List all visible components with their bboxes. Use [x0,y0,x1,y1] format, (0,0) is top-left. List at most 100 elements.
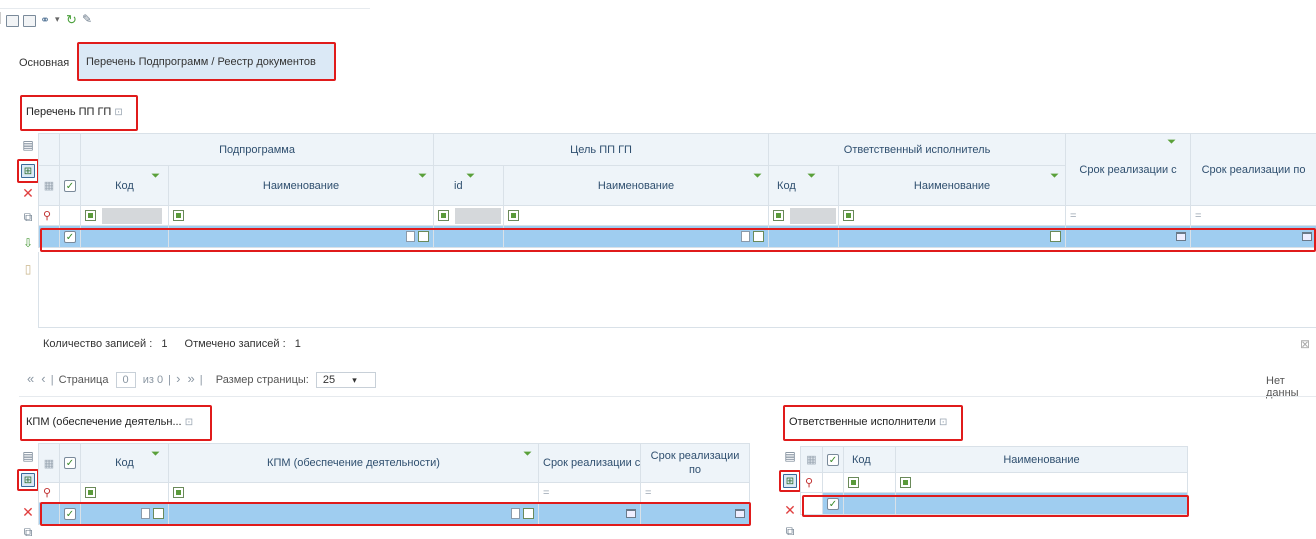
add-row-icon[interactable]: ⊞ [21,164,35,178]
expand-icon[interactable]: ⊡ [939,417,947,428]
select-all-cell[interactable]: ✓ [60,444,81,483]
col-kpm-period-from[interactable]: Срок реализации с [539,444,641,483]
cell-kpm-name[interactable] [169,503,539,525]
select-all-checkbox[interactable]: ✓ [64,457,76,469]
document-icon[interactable] [406,231,415,242]
col-group-responsible[interactable]: Ответственный исполнитель [769,134,1066,166]
col-group-subprogram[interactable]: Подпрограмма [81,134,434,166]
settings-cell[interactable]: ▦ [39,166,60,206]
filter-goal-id[interactable] [434,206,504,226]
table-row[interactable]: ✓ [39,226,1316,248]
col-resp-code[interactable]: Код [844,447,896,473]
link-icon[interactable]: ⚭ [40,13,50,27]
table-row[interactable]: ✓ [39,503,750,525]
row-checkbox[interactable]: ✓ [827,498,839,510]
col-sub-name[interactable]: Наименование ⏷ [169,166,434,206]
copy-icon[interactable]: ⧉ [21,210,35,224]
delete-icon[interactable]: ✕ [783,503,797,517]
filter-icon[interactable]: ⏷ [151,448,160,461]
filter-icon[interactable]: ⏷ [523,448,532,461]
cell-kpm-period-to[interactable] [641,503,750,525]
cell-kpm-code[interactable] [81,503,169,525]
row-checkbox[interactable]: ✓ [64,231,76,243]
calendar-icon[interactable] [1302,232,1312,241]
delete-icon[interactable]: ✕ [21,186,35,200]
clear-filter-icon[interactable]: ⚲ [43,210,51,222]
filter-mode-icon[interactable] [848,477,859,488]
filter-kpm-name[interactable] [169,483,539,503]
col-kpm-code[interactable]: Код ⏷ [81,444,169,483]
filter-mode-icon[interactable] [173,487,184,498]
filter-goal-name[interactable] [504,206,769,226]
settings-icon[interactable]: ▦ [806,454,816,466]
print-icon[interactable] [23,15,36,27]
delete-icon[interactable]: ✕ [21,505,35,519]
filter-resp-name[interactable] [839,206,1066,226]
cell-resp-name[interactable] [896,493,1188,515]
filter-period-from[interactable]: = [1066,206,1191,226]
add-row-icon[interactable]: ⊞ [21,473,35,487]
col-resp-name[interactable]: Наименование ⏷ [839,166,1066,206]
add-row-icon[interactable]: ⊞ [783,474,797,488]
copy-icon[interactable]: ⧉ [21,525,35,539]
export-xls-icon[interactable]: ▤ [21,449,35,463]
calendar-icon[interactable] [735,509,745,518]
filter-resp-code[interactable] [844,473,896,493]
paste-icon[interactable]: ▯ [21,262,35,276]
edit-icon[interactable]: ✎ [82,12,92,26]
select-all-checkbox[interactable]: ✓ [827,454,839,466]
filter-icon[interactable]: ⏷ [1050,170,1059,183]
settings-icon[interactable]: ▦ [44,180,54,192]
clear-filter-cell[interactable]: ⚲ [39,206,60,226]
cell-goal-id[interactable] [434,226,504,248]
filter-icon[interactable]: ⏷ [418,170,427,183]
col-period-to[interactable]: Срок реализации по [1191,134,1316,206]
select-all-checkbox[interactable]: ✓ [64,180,76,192]
filter-resp-code[interactable] [769,206,839,226]
cell-sub-code[interactable] [81,226,169,248]
cell-resp-name[interactable] [839,226,1066,248]
filter-mode-icon[interactable] [900,477,911,488]
col-group-goal[interactable]: Цель ПП ГП [434,134,769,166]
filter-mode-icon[interactable] [508,210,519,221]
tab-main[interactable]: Основная [19,57,69,69]
cell-sub-name[interactable] [169,226,434,248]
table-row[interactable]: ✓ [801,493,1188,515]
cell-resp-code[interactable] [844,493,896,515]
filter-icon[interactable]: ⏷ [1167,136,1176,149]
document-icon[interactable] [141,508,150,519]
lookup-icon[interactable] [153,508,164,519]
clear-filter-icon[interactable]: ⚲ [805,477,813,489]
row-check-cell[interactable]: ✓ [823,493,844,515]
close-footer-icon[interactable]: ⊠ [1300,337,1310,351]
filter-mode-icon[interactable] [773,210,784,221]
col-resp-name[interactable]: Наименование [896,447,1188,473]
filter-icon[interactable]: ⏷ [753,170,762,183]
document-icon[interactable] [511,508,520,519]
expand-icon[interactable]: ⊡ [185,417,193,428]
filter-mode-icon[interactable] [85,487,96,498]
filter-kpm-period-to[interactable]: = [641,483,750,503]
filter-mode-icon[interactable] [843,210,854,221]
select-all-cell[interactable]: ✓ [823,447,844,473]
next-page-icon[interactable]: › [176,371,180,386]
calendar-icon[interactable] [626,509,636,518]
filter-icon[interactable]: ⏷ [807,170,816,183]
col-resp-code[interactable]: Код ⏷ [769,166,839,206]
filter-icon[interactable]: ⏷ [466,170,475,183]
first-page-icon[interactable]: « [27,371,34,386]
filter-icon[interactable]: ⏷ [151,170,160,183]
settings-icon[interactable]: ▦ [44,458,54,470]
copy-icon[interactable]: ⧉ [783,524,797,538]
col-period-from[interactable]: ⏷ Срок реализации с [1066,134,1191,206]
cell-kpm-period-from[interactable] [539,503,641,525]
col-kpm-name[interactable]: КПМ (обеспечение деятельности) ⏷ [169,444,539,483]
cell-period-from[interactable] [1066,226,1191,248]
filter-mode-icon[interactable] [85,210,96,221]
refresh-icon[interactable]: ↻ [66,12,77,28]
row-check-cell[interactable]: ✓ [60,503,81,525]
expand-icon[interactable]: ⊡ [114,107,122,118]
cell-resp-code[interactable] [769,226,839,248]
clear-filter-cell[interactable]: ⚲ [39,483,60,503]
tab-subprograms[interactable]: Перечень Подпрограмм / Реестр документов [78,43,335,80]
